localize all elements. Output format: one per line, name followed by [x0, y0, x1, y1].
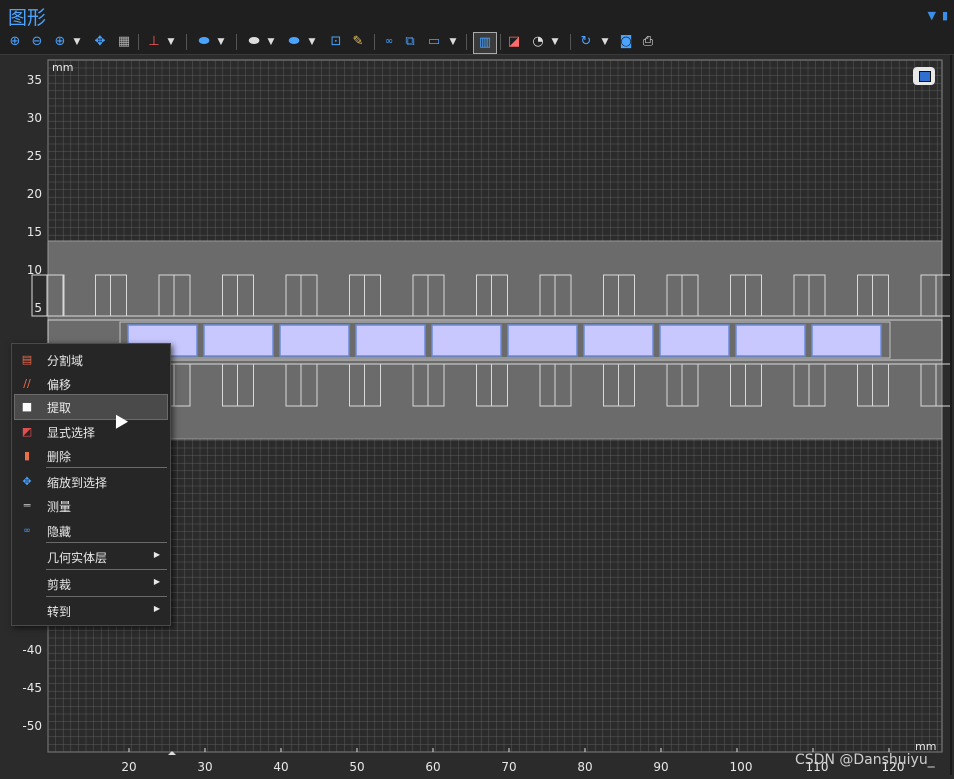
x-tick-label: 80 — [577, 760, 593, 774]
views-icon[interactable]: ▭ — [426, 32, 442, 52]
zoom-out-icon[interactable]: ⊖ — [30, 32, 44, 52]
view-cube-icon[interactable] — [913, 67, 935, 85]
selected-domain — [507, 324, 578, 357]
selected-domain — [659, 324, 730, 357]
camera-icon[interactable]: ◙ — [618, 32, 634, 52]
y-tick-label: 25 — [26, 149, 42, 163]
zoom-to-selection-icon: ✥ — [22, 475, 32, 488]
selected-domain — [279, 324, 350, 357]
select-box-icon[interactable]: ⊡ — [328, 32, 344, 52]
offset-icon: ∕∕ — [23, 377, 31, 390]
selected-domain — [583, 324, 654, 357]
wireframe-icon[interactable]: ▥ — [473, 32, 497, 54]
menu-separator — [46, 569, 167, 570]
zoom-extents-icon[interactable]: ✥ — [92, 32, 108, 52]
menu-item-explicit-selection[interactable]: ◩ 显式选择 — [12, 420, 170, 444]
toolbar-separator — [374, 34, 375, 50]
menu-item-clip[interactable]: 剪裁 ▶ — [12, 572, 170, 596]
y-tick-label: -45 — [22, 681, 42, 695]
menu-separator — [46, 467, 167, 468]
toolbar-separator — [186, 34, 187, 50]
select-boundaries-icon[interactable]: ⬬ — [246, 32, 262, 52]
selected-domain — [811, 324, 882, 357]
x-tick-label: 50 — [349, 760, 365, 774]
delete-icon: ▮ — [23, 449, 31, 462]
context-menu: ▤ 分割域 ∕∕ 偏移 ■ 提取 ◩ 显式选择 ▮ 删除 ✥ 缩放到选择 ═ 测… — [11, 343, 171, 626]
select-edges-icon[interactable]: ⬬ — [286, 32, 302, 52]
chevron-down-icon[interactable]: ▼ — [448, 32, 458, 52]
hide-icon[interactable]: ∞ — [382, 32, 396, 52]
x-tick-label: 40 — [273, 760, 289, 774]
x-tick-label: 100 — [729, 760, 753, 774]
y-tick-label: 15 — [26, 225, 42, 239]
y-tick-label: 5 — [34, 301, 42, 315]
menu-item-hide[interactable]: ∞ 隐藏 — [12, 519, 170, 543]
x-tick-label: 90 — [653, 760, 669, 774]
print-icon[interactable]: ⎙ — [640, 32, 656, 52]
x-tick-label: 60 — [425, 760, 441, 774]
menu-item-go-to[interactable]: 转到 ▶ — [12, 599, 170, 623]
y-tick-label: 30 — [26, 111, 42, 125]
toolbar-separator — [138, 34, 139, 50]
selected-domain — [203, 324, 274, 357]
submenu-arrow-icon: ▶ — [153, 550, 160, 559]
y-tick-label: 35 — [26, 73, 42, 87]
watermark: CSDN @Danshuiyu_ — [795, 752, 935, 768]
refresh-icon[interactable]: ↻ — [578, 32, 594, 52]
show-icon[interactable]: ⧉ — [402, 32, 418, 52]
transparency-icon[interactable]: ◪ — [506, 32, 522, 52]
graphics-toolbar: ⊕ ⊖ ⊕ ▼ ✥ ▦ ⊥ ▼ ⬬ ▼ ⬬ ▼ ⬬ ▼ ⊡ ✎ ∞ ⧉ ▭ ▼ … — [0, 30, 954, 55]
explicit-selection-icon: ◩ — [21, 425, 33, 438]
pin-icon[interactable]: ▮ — [942, 9, 948, 22]
chevron-down-icon[interactable]: ▼ — [550, 32, 560, 52]
toolbar-separator — [570, 34, 571, 50]
dropdown-icon[interactable]: ▼ — [927, 9, 935, 22]
chevron-down-icon[interactable]: ▼ — [600, 32, 610, 52]
selected-domain — [431, 324, 502, 357]
y-tick-label: 10 — [26, 263, 42, 277]
menu-separator — [46, 542, 167, 543]
y-tick-label: -40 — [22, 643, 42, 657]
toolbar-separator — [466, 34, 467, 50]
title-controls: ▼ ▮ — [927, 9, 948, 22]
measure-icon: ═ — [23, 499, 31, 512]
menu-item-geometry-entity-level[interactable]: 几何实体层 ▶ — [12, 545, 170, 569]
x-tick-label: 20 — [121, 760, 137, 774]
submenu-arrow-icon: ▶ — [153, 577, 160, 586]
paint-selection-icon[interactable]: ✎ — [350, 32, 366, 52]
menu-item-extract[interactable]: ■ 提取 — [14, 394, 168, 420]
zoom-selection-icon[interactable]: ▦ — [116, 32, 132, 52]
chevron-down-icon[interactable]: ▼ — [307, 32, 317, 52]
chevron-down-icon[interactable]: ▼ — [72, 32, 82, 52]
axis-icon[interactable]: ⊥ — [146, 32, 162, 52]
menu-item-partition-domain[interactable]: ▤ 分割域 — [12, 348, 170, 372]
hide-icon: ∞ — [23, 526, 31, 536]
chevron-down-icon[interactable]: ▼ — [266, 32, 276, 52]
select-domains-icon[interactable]: ⬬ — [196, 32, 212, 52]
menu-item-zoom-to-selection[interactable]: ✥ 缩放到选择 — [12, 470, 170, 494]
toolbar-separator — [236, 34, 237, 50]
extract-icon: ■ — [21, 400, 33, 413]
selected-domain — [735, 324, 806, 357]
chevron-down-icon[interactable]: ▼ — [216, 32, 226, 52]
x-tick-label: 70 — [501, 760, 517, 774]
submenu-arrow-icon: ▶ — [153, 604, 160, 613]
zoom-box-icon[interactable]: ⊕ — [52, 32, 68, 52]
menu-separator — [46, 596, 167, 597]
menu-item-delete[interactable]: ▮ 删除 — [12, 444, 170, 468]
zoom-in-icon[interactable]: ⊕ — [8, 32, 22, 52]
chevron-down-icon[interactable]: ▼ — [166, 32, 176, 52]
selected-domain — [355, 324, 426, 357]
menu-item-measure[interactable]: ═ 测量 — [12, 494, 170, 518]
menu-item-offset[interactable]: ∕∕ 偏移 — [12, 372, 170, 396]
y-tick-label: 20 — [26, 187, 42, 201]
partition-domain-icon: ▤ — [21, 353, 33, 366]
scene-light-icon[interactable]: ◔ — [530, 32, 546, 52]
x-tick-label: 30 — [197, 760, 213, 774]
y-tick-label: -50 — [22, 719, 42, 733]
toolbar-separator — [500, 34, 501, 50]
top-unit-label: mm — [52, 61, 74, 74]
window-title: 图形 — [8, 7, 47, 29]
title-bar: 图形 ▼ ▮ — [0, 0, 954, 30]
